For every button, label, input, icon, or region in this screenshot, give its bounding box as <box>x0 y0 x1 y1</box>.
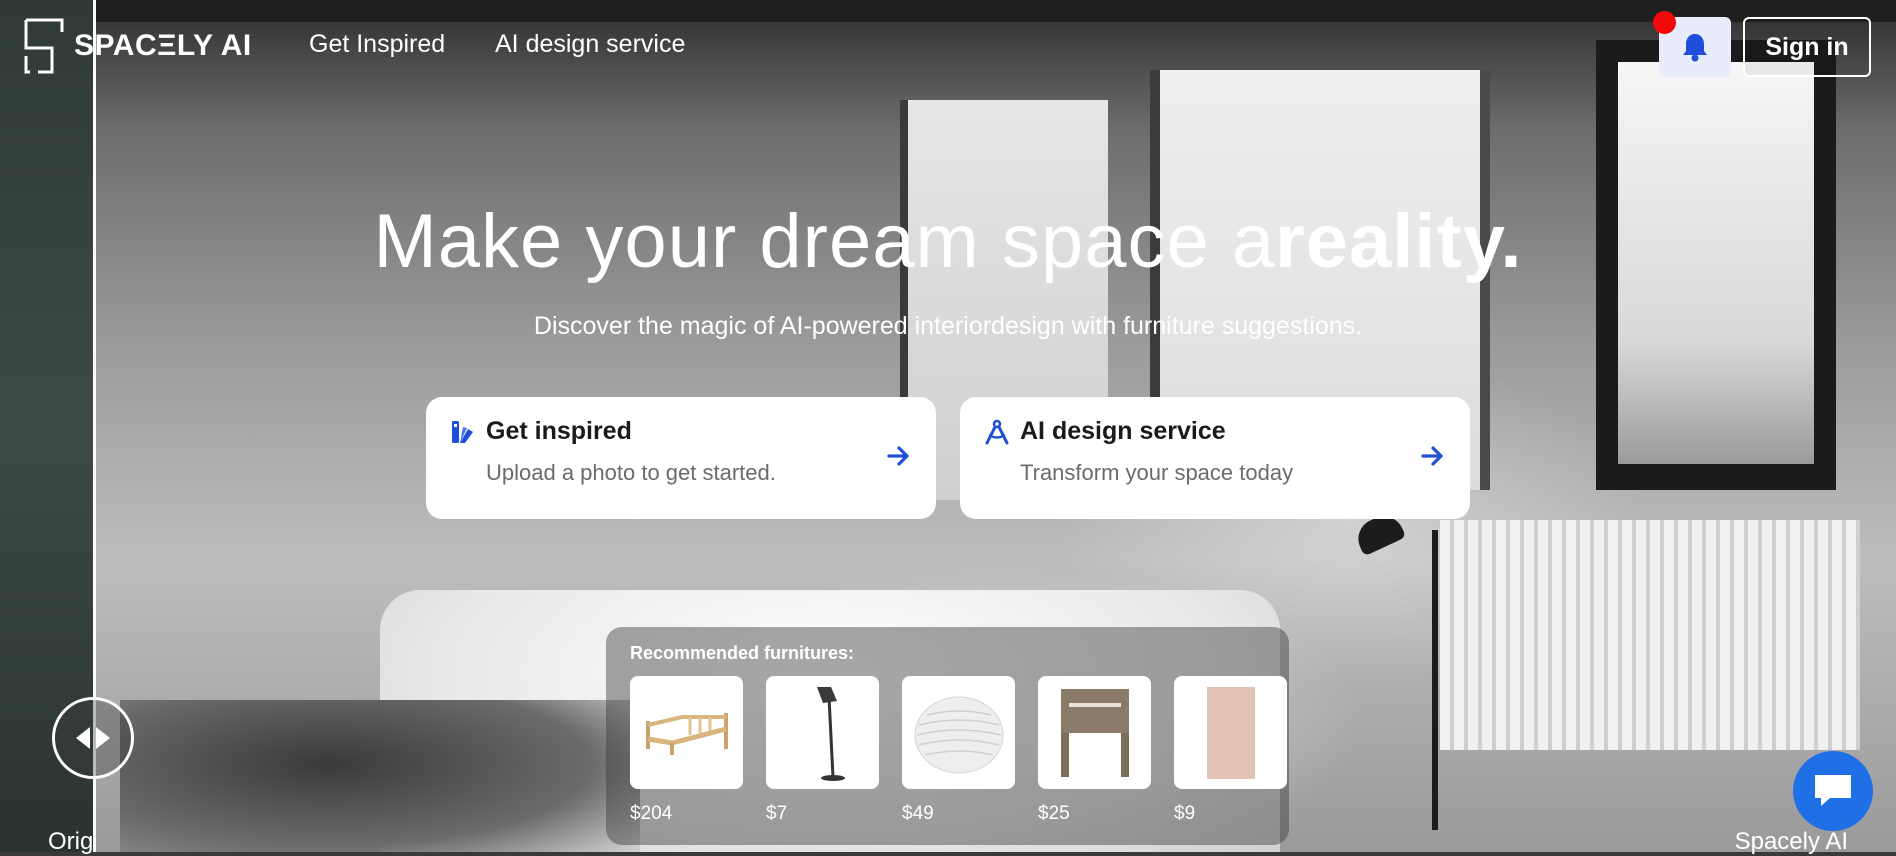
card-ai-design-service[interactable]: AI design service Transform your space t… <box>960 397 1470 519</box>
brand-name: SPACΞLY AI <box>74 29 252 62</box>
recommended-title: Recommended furnitures: <box>630 643 855 663</box>
furniture-item-rug[interactable]: $9 <box>1174 676 1287 825</box>
arrow-right-icon <box>1421 446 1443 466</box>
bed-frame-icon <box>645 712 728 755</box>
nav-ai-design-service[interactable]: AI design service <box>495 30 685 59</box>
furniture-price: $25 <box>1038 803 1070 824</box>
furniture-price: $7 <box>766 803 788 824</box>
pendant-lamp-icon <box>914 696 1003 773</box>
hero-subline: Discover the magic of AI-powered interio… <box>533 312 1363 340</box>
palette-icon <box>452 420 473 443</box>
furniture-thumbnail <box>630 676 743 789</box>
furniture-item-bed-frame[interactable]: $204 <box>630 676 743 825</box>
nav-get-inspired[interactable]: Get Inspired <box>309 30 445 59</box>
card-title: AI design service <box>1020 417 1226 445</box>
rug-icon <box>1206 686 1255 779</box>
furniture-thumbnail <box>1174 676 1287 789</box>
arrow-right-icon <box>96 727 110 749</box>
brand-logo[interactable]: SPACΞLY AI <box>24 18 252 74</box>
floor-lamp-icon <box>816 686 845 781</box>
furniture-item-headboard[interactable]: $25 <box>1038 676 1151 825</box>
chat-support-button[interactable] <box>1793 751 1873 831</box>
room-radiator <box>1440 520 1860 750</box>
arrow-left-icon <box>76 727 90 749</box>
card-get-inspired[interactable]: Get inspired Upload a photo to get start… <box>426 397 936 519</box>
card-title: Get inspired <box>486 417 632 445</box>
chat-bubble-icon <box>1815 775 1851 806</box>
headline-bold: reality. <box>1275 199 1523 284</box>
hero-headline: Make your dream space areality. <box>0 198 1896 285</box>
furniture-thumbnail <box>902 676 1015 789</box>
room-lamp-pole <box>1432 530 1438 830</box>
headline-regular: Make your dream space a <box>373 199 1276 284</box>
furniture-price: $49 <box>902 803 934 824</box>
comparison-slider-handle[interactable] <box>52 697 134 779</box>
furniture-item-pendant-lamp[interactable]: $49 <box>902 676 1015 825</box>
card-description: Upload a photo to get started. <box>486 460 776 485</box>
notification-badge <box>1653 11 1676 34</box>
furniture-thumbnail <box>766 676 879 789</box>
furniture-price: $204 <box>630 803 673 824</box>
furniture-thumbnail <box>1038 676 1151 789</box>
site-header: SPACΞLY AI Get Inspired AI design servic… <box>0 0 1896 92</box>
drafting-compass-icon <box>985 419 1009 444</box>
furniture-price: $9 <box>1174 803 1196 824</box>
card-description: Transform your space today <box>1020 460 1294 485</box>
logo-mark-icon <box>24 18 64 74</box>
headboard-icon <box>1060 688 1129 777</box>
furniture-item-floor-lamp[interactable]: $7 <box>766 676 879 825</box>
room-plant-shadow <box>120 700 640 852</box>
arrow-right-icon <box>887 446 909 466</box>
bell-icon <box>1683 34 1707 62</box>
recommended-furniture-panel: Recommended furnitures: $204 $7 $49 $25 … <box>606 627 1289 845</box>
sign-in-button[interactable]: Sign in <box>1743 17 1871 77</box>
